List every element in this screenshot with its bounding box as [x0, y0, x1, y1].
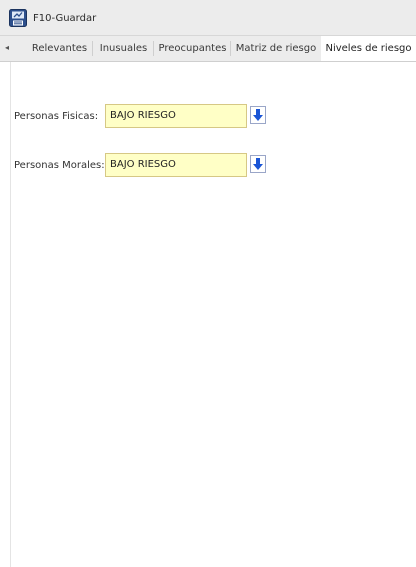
tab-inusuales[interactable]: Inusuales: [93, 36, 154, 61]
toolbar: F10-Guardar: [0, 0, 416, 36]
save-button-label: F10-Guardar: [33, 12, 97, 24]
personas-morales-dropdown-button[interactable]: [250, 155, 266, 173]
personas-morales-select[interactable]: BAJO RIESGO: [105, 153, 247, 177]
tab-label: Niveles de riesgo: [325, 43, 412, 54]
tab-label: Inusuales: [99, 43, 148, 54]
tab-content-panel: Personas Fisicas: BAJO RIESGO Personas M…: [10, 62, 416, 567]
save-button[interactable]: F10-Guardar: [9, 8, 96, 28]
save-icon: [9, 9, 27, 27]
tab-matriz-de-riesgo[interactable]: Matriz de riesgo: [231, 36, 321, 61]
tab-relevantes[interactable]: Relevantes: [26, 36, 93, 61]
personas-fisicas-label: Personas Fisicas:: [14, 110, 99, 122]
tab-scroll-left-icon[interactable]: ◂: [5, 43, 9, 52]
arrow-down-icon: [253, 109, 263, 121]
tab-niveles-de-riesgo[interactable]: Niveles de riesgo: [321, 36, 416, 61]
personas-fisicas-select[interactable]: BAJO RIESGO: [105, 104, 247, 128]
tab-bar: ◂ Relevantes Inusuales Preocupantes Matr…: [0, 36, 416, 62]
arrow-down-icon: [253, 158, 263, 170]
personas-fisicas-row: Personas Fisicas:: [11, 104, 98, 128]
tab-label: Relevantes: [31, 43, 88, 54]
tab-label: Matriz de riesgo: [235, 43, 317, 54]
personas-fisicas-dropdown-button[interactable]: [250, 106, 266, 124]
tab-label: Preocupantes: [158, 43, 227, 54]
tab-preocupantes[interactable]: Preocupantes: [154, 36, 231, 61]
personas-morales-label: Personas Morales:: [14, 159, 105, 171]
personas-morales-row: Personas Morales:: [11, 153, 105, 177]
app-window: F10-Guardar ◂ Relevantes Inusuales Preoc…: [0, 0, 416, 567]
